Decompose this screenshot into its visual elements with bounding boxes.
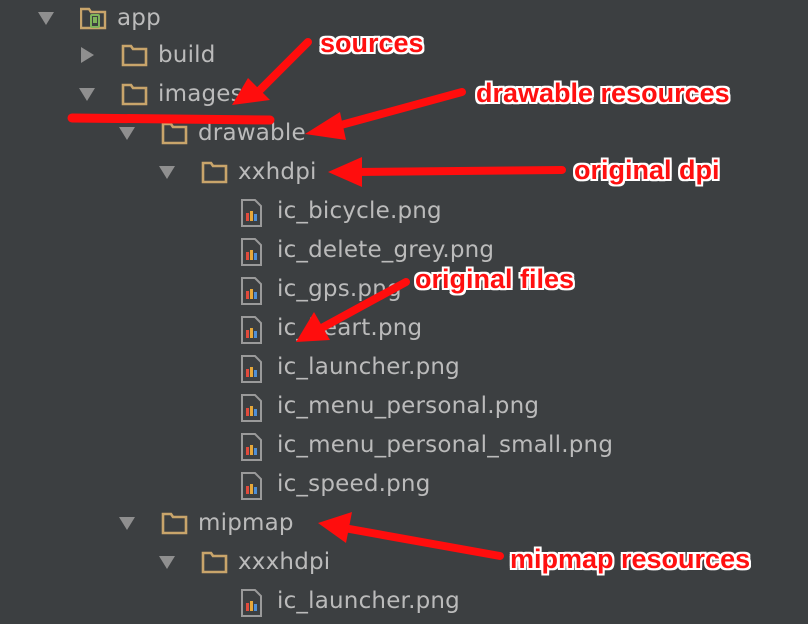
tree-file[interactable]: ic_menu_personal.png: [240, 386, 539, 425]
triangle-down-icon[interactable]: [79, 88, 95, 101]
tree-label-file: ic_speed.png: [277, 470, 431, 497]
png-file-icon: [240, 198, 267, 227]
tree-label-xxxhdpi: xxxhdpi: [238, 548, 331, 575]
triangle-right-icon[interactable]: [81, 46, 94, 63]
tree-label-file: ic_launcher.png: [277, 587, 460, 614]
annotation-original-files: original files: [415, 264, 575, 294]
tree-node-app[interactable]: app: [38, 0, 161, 37]
tree-label-build: build: [158, 41, 216, 68]
png-file-icon: [240, 315, 267, 344]
triangle-down-icon[interactable]: [38, 12, 54, 25]
folder-icon: [121, 43, 148, 67]
annotation-original-dpi: original dpi: [574, 155, 720, 185]
tree-node-mipmap[interactable]: mipmap: [119, 503, 294, 542]
tree-file[interactable]: ic_launcher.png: [240, 581, 460, 620]
triangle-down-icon[interactable]: [119, 127, 135, 140]
tree-label-images: images: [158, 80, 243, 107]
png-file-icon: [240, 393, 267, 422]
tree-node-xxxhdpi[interactable]: xxxhdpi: [159, 542, 330, 581]
tree-label-xxhdpi: xxhdpi: [238, 158, 317, 185]
annotation-mipmap-resources: mipmap resources: [510, 544, 751, 574]
folder-icon: [161, 121, 188, 145]
folder-icon: [121, 82, 148, 106]
tree-label-file: ic_delete_grey.png: [277, 236, 495, 263]
tree-node-build[interactable]: build: [79, 35, 216, 74]
png-file-icon: [240, 276, 267, 305]
tree-file[interactable]: ic_heart.png: [240, 308, 422, 347]
tree-file[interactable]: ic_gps.png: [240, 269, 402, 308]
annotation-drawable-resources: drawable resources: [476, 78, 730, 108]
triangle-down-icon[interactable]: [159, 556, 175, 569]
tree-label-file: ic_menu_personal_small.png: [277, 431, 614, 458]
tree-label-mipmap: mipmap: [198, 509, 294, 536]
tree-node-xxhdpi[interactable]: xxhdpi: [159, 152, 317, 191]
tree-file[interactable]: ic_bicycle.png: [240, 191, 442, 230]
tree-label-file: ic_bicycle.png: [277, 197, 442, 224]
triangle-down-icon[interactable]: [119, 517, 135, 530]
triangle-down-icon[interactable]: [159, 166, 175, 179]
tree-node-drawable[interactable]: drawable: [119, 113, 306, 152]
folder-icon: [161, 511, 188, 535]
png-file-icon: [240, 354, 267, 383]
tree-file[interactable]: ic_menu_personal_small.png: [240, 425, 613, 464]
tree-file[interactable]: ic_speed.png: [240, 464, 431, 503]
tree-label-file: ic_menu_personal.png: [277, 392, 540, 419]
module-folder-icon: [80, 6, 107, 30]
tree-file[interactable]: ic_launcher.png: [240, 347, 460, 386]
tree-node-images[interactable]: images: [79, 74, 243, 113]
png-file-icon: [240, 432, 267, 461]
png-file-icon: [240, 588, 267, 617]
tree-label-file: ic_gps.png: [277, 275, 402, 302]
annotation-sources: sources: [320, 28, 424, 58]
folder-icon: [201, 550, 228, 574]
tree-label-file: ic_heart.png: [277, 314, 423, 341]
tree-label-drawable: drawable: [198, 119, 306, 146]
tree-label-app: app: [117, 4, 161, 31]
folder-icon: [201, 160, 228, 184]
png-file-icon: [240, 237, 267, 266]
tree-label-file: ic_launcher.png: [277, 353, 460, 380]
png-file-icon: [240, 471, 267, 500]
